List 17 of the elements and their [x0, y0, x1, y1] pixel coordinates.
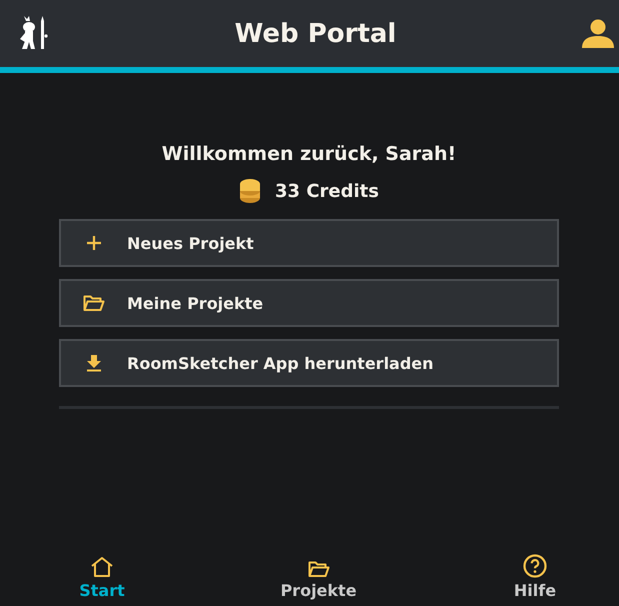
home-icon [90, 556, 114, 578]
user-icon[interactable] [581, 18, 615, 48]
folder-icon [308, 560, 330, 578]
folder-icon [83, 294, 105, 312]
plus-icon [86, 235, 102, 251]
window-title: Web Portal [234, 18, 396, 48]
help-icon [523, 554, 547, 578]
nav-tab[interactable]: Hilfe [493, 542, 577, 600]
nav-tab[interactable]: Projekte [276, 542, 360, 600]
coins-icon [239, 178, 261, 204]
welcome-text: Willkommen zurück, Sarah! [160, 143, 458, 167]
action-button[interactable]: Neues Projekt [59, 219, 559, 267]
credits-text: 33 Credits [275, 180, 379, 202]
action-button[interactable]: Meine Projekte [59, 279, 559, 327]
nav-tab[interactable]: Start [60, 542, 144, 600]
action-button[interactable]: RoomSketcher App herunterladen [59, 339, 559, 387]
download-icon [86, 354, 102, 372]
